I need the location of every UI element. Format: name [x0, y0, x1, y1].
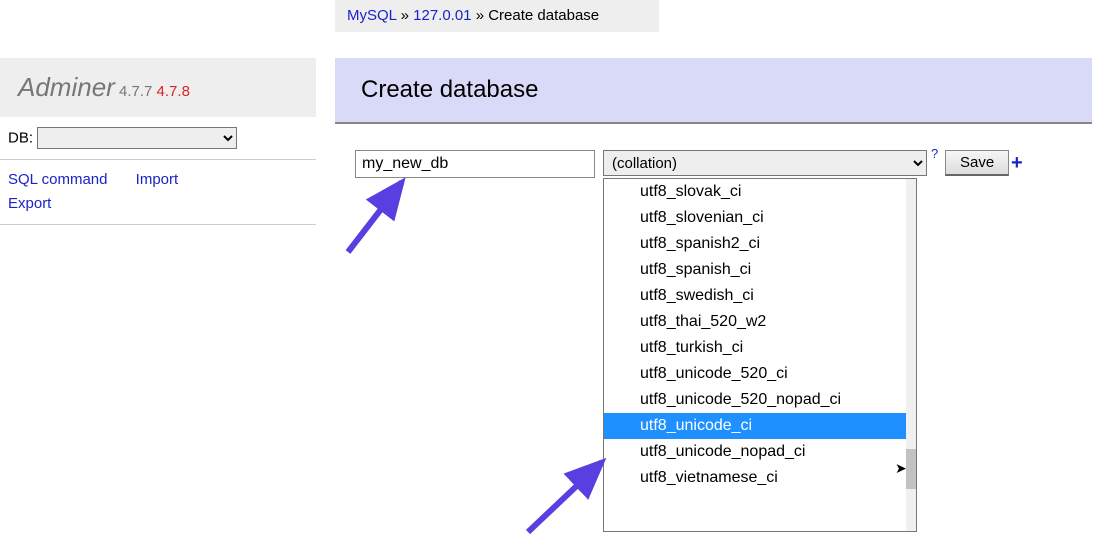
link-export[interactable]: Export: [8, 195, 51, 212]
collation-option[interactable]: utf8_slovak_ci: [604, 179, 906, 205]
collation-option[interactable]: utf8_unicode_520_nopad_ci: [604, 387, 906, 413]
collation-dropdown[interactable]: utf8_slovak_ciutf8_slovenian_ciutf8_span…: [603, 178, 917, 532]
main: Create database (collation) ? Save + utf…: [335, 58, 1092, 180]
collation-help[interactable]: ?: [931, 146, 938, 161]
db-label: DB:: [8, 130, 33, 147]
breadcrumb-sep: »: [476, 7, 489, 24]
dropdown-scrollbar[interactable]: [906, 179, 916, 531]
link-import[interactable]: Import: [136, 171, 179, 188]
link-sql-command[interactable]: SQL command: [8, 171, 108, 188]
sidebar: Adminer 4.7.7 4.7.8 DB: SQL command Impo…: [0, 58, 316, 225]
app-latest-version: 4.7.8: [157, 83, 190, 100]
collation-option[interactable]: utf8_spanish2_ci: [604, 231, 906, 257]
collation-option[interactable]: utf8_unicode_nopad_ci: [604, 439, 906, 465]
collation-option[interactable]: utf8_turkish_ci: [604, 335, 906, 361]
db-name-input[interactable]: [355, 150, 595, 178]
page-title: Create database: [335, 58, 1092, 124]
breadcrumb-engine[interactable]: MySQL: [347, 7, 396, 24]
collation-option[interactable]: utf8_thai_520_w2: [604, 309, 906, 335]
db-select-row: DB:: [0, 117, 316, 160]
collation-option[interactable]: utf8_slovenian_ci: [604, 205, 906, 231]
save-button[interactable]: Save: [945, 150, 1009, 176]
annotation-arrow: [340, 170, 420, 260]
collation-option[interactable]: utf8_vietnamese_ci: [604, 465, 906, 491]
db-select[interactable]: [37, 127, 237, 149]
collation-option[interactable]: utf8_swedish_ci: [604, 283, 906, 309]
collation-option[interactable]: utf8_spanish_ci: [604, 257, 906, 283]
sidebar-links: SQL command Import Export: [0, 160, 316, 225]
add-database-icon[interactable]: +: [1011, 152, 1023, 175]
breadcrumb-host[interactable]: 127.0.01: [413, 7, 471, 24]
sidebar-header: Adminer 4.7.7 4.7.8: [0, 58, 316, 117]
collation-option[interactable]: utf8_unicode_520_ci: [604, 361, 906, 387]
breadcrumb: MySQL » 127.0.01 » Create database: [335, 0, 659, 32]
dropdown-scroll-thumb[interactable]: [906, 449, 916, 489]
breadcrumb-page: Create database: [488, 7, 599, 24]
collation-select[interactable]: (collation): [603, 150, 927, 176]
app-name: Adminer: [18, 72, 115, 102]
create-db-form: (collation) ? Save + utf8_slovak_ciutf8_…: [335, 150, 1092, 180]
breadcrumb-sep: »: [401, 7, 414, 24]
app-version: 4.7.7: [119, 83, 152, 100]
collation-option[interactable]: utf8_unicode_ci: [604, 413, 906, 439]
